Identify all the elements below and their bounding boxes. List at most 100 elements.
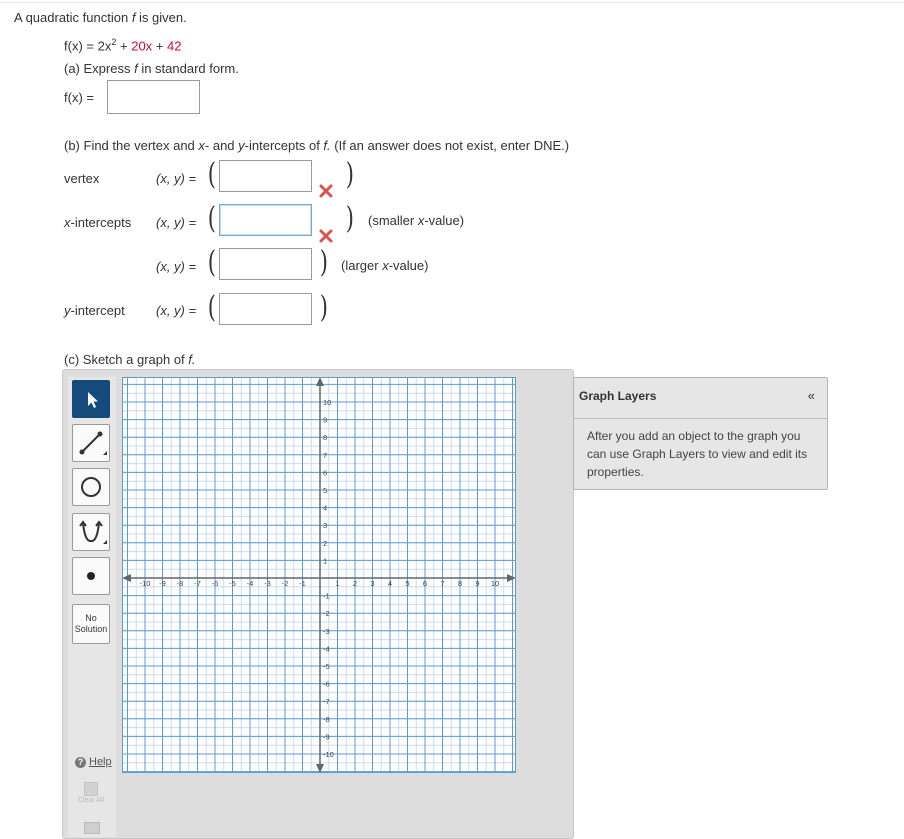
y-tick-label: -1 [323, 592, 330, 601]
y-tick-label: 4 [323, 504, 327, 513]
x-tick-label: -4 [247, 579, 254, 588]
func-term2: 20x [131, 38, 153, 54]
x-tick-label: 4 [388, 579, 392, 588]
no-solution-line2: Solution [74, 624, 108, 634]
y-tick-label: 5 [323, 486, 327, 495]
line-icon [79, 431, 107, 455]
intro-text: A quadratic function f is given. [14, 10, 187, 25]
x-tick-label: -5 [229, 579, 236, 588]
part-a-lhs: f(x) = [64, 90, 94, 105]
x-int2-pair-label: (x, y) = [156, 259, 197, 274]
y-tick-label: 2 [323, 539, 327, 548]
part-b-label: (b) Find the vertex and x- and y-interce… [64, 138, 569, 153]
y-tick-label: -6 [323, 680, 330, 689]
intro-prefix: A quadratic function [14, 10, 132, 25]
func-term3: 42 [167, 38, 182, 54]
part-a-label: (a) Express f in standard form. [64, 61, 239, 76]
clear-all-button[interactable]: Clear All [72, 780, 110, 814]
smaller-post: -value) [424, 213, 465, 228]
func-eq: = [86, 38, 94, 54]
x-intercept-smaller-input[interactable] [219, 204, 312, 236]
y-tick-label: 9 [323, 416, 327, 425]
part-a-rest: in standard form. [137, 61, 239, 76]
part-b-post: -intercepts of [244, 138, 324, 153]
x-int-text: -intercepts [70, 215, 132, 230]
vertex-pair-label: (x, y) = [156, 171, 197, 186]
vertex-label: vertex [64, 171, 100, 186]
layers-divider [574, 418, 827, 419]
x-tick-label: 3 [370, 579, 374, 588]
func-plus1: + [120, 38, 128, 54]
part-b-pre: (b) Find the vertex and [64, 138, 199, 153]
parabola-icon [79, 520, 107, 544]
vertex-input[interactable] [219, 160, 312, 192]
x-tick-label: -10 [140, 579, 151, 588]
pointer-icon [88, 392, 98, 408]
x-tick-label: 5 [405, 579, 409, 588]
y-tick-label: 10 [323, 398, 331, 407]
func-plus2: + [155, 38, 164, 54]
y-tick-label: -5 [323, 662, 330, 671]
x-int2-open-paren: ( [207, 245, 216, 280]
vertex-error-icon [319, 184, 333, 198]
standard-form-input[interactable] [107, 80, 200, 114]
graph-layers-description: After you add an object to the graph you… [587, 429, 808, 479]
circle-tool-button[interactable] [72, 468, 110, 506]
smaller-x-note: (smaller x-value) [368, 213, 464, 228]
x-tick-label: 9 [475, 579, 479, 588]
y-tick-label: -4 [323, 644, 330, 653]
y-intercept-input[interactable] [219, 293, 312, 325]
help-link[interactable]: Help [89, 756, 112, 768]
coordinate-plane[interactable]: -10 -9 -8 -7 -6 -5 -4 -3 -2 -1 1 2 3 4 5 6 7 8 9 10 10 9 8 7 6 5 4… [122, 377, 516, 773]
graph-layers-title: Graph Layers [579, 389, 657, 403]
y-tick-label: -2 [323, 609, 330, 618]
y-tick-label: -9 [323, 732, 330, 741]
x-tick-label: 1 [335, 579, 339, 588]
point-tool-button[interactable] [72, 557, 110, 595]
x-int1-error-icon [319, 229, 333, 243]
y-tick-label: 3 [323, 521, 327, 530]
y-tick-label: -8 [323, 715, 330, 724]
y-tick-label: 8 [323, 433, 327, 442]
y-tick-label: 1 [323, 556, 327, 565]
no-solution-line1: No [85, 613, 97, 623]
y-tick-label: -10 [323, 750, 334, 759]
no-solution-button[interactable]: No Solution [72, 604, 110, 644]
pointer-tool-button[interactable] [72, 380, 110, 418]
func-lhs: f(x) [64, 38, 83, 54]
line-tool-button[interactable] [72, 424, 110, 462]
func-term1: 2x [97, 38, 112, 54]
parabola-tool-button[interactable] [72, 513, 110, 551]
part-c-text: (c) Sketch a graph of [64, 352, 189, 367]
x-tick-label: -7 [194, 579, 201, 588]
x-tick-label: 10 [491, 579, 499, 588]
help-icon: ? [75, 757, 86, 768]
x-tick-label: 7 [440, 579, 444, 588]
clear-all-label: Clear All [77, 797, 105, 804]
func-exp: 2 [111, 37, 117, 47]
y-intercept-label: y-intercept [64, 303, 125, 318]
larger-x-note: (larger x-value) [341, 258, 428, 273]
delete-icon [84, 822, 100, 834]
graph-canvas[interactable]: -10 -9 -8 -7 -6 -5 -4 -3 -2 -1 1 2 3 4 5 6 7 8 9 10 10 9 8 7 6 5 4… [122, 377, 516, 773]
x-tick-label: -3 [264, 579, 271, 588]
part-c-var: f. [188, 352, 196, 367]
vertex-open-paren: ( [207, 157, 216, 192]
part-b-note: (If an answer does not exist, enter DNE.… [330, 138, 570, 153]
x-int1-pair-label: (x, y) = [156, 215, 197, 230]
part-b-fv: f. [323, 138, 331, 153]
y-int-close-paren: ) [319, 290, 328, 325]
graph-layers-panel: Graph Layers « After you add an object t… [573, 377, 828, 490]
vertex-close-paren: ) [345, 157, 354, 192]
y-tick-label: -7 [323, 697, 330, 706]
top-divider [0, 2, 904, 3]
y-int-text: -intercept [70, 303, 125, 318]
x-intercept-larger-input[interactable] [219, 248, 312, 280]
x-tick-label: -2 [282, 579, 289, 588]
collapse-icon[interactable]: « [808, 388, 815, 403]
larger-post: -value) [388, 258, 429, 273]
y-int-open-paren: ( [207, 290, 216, 325]
part-a-lhs-text: f(x) [64, 90, 83, 105]
part-b-mid: - and [204, 138, 239, 153]
x-int1-close-paren: ) [345, 201, 354, 236]
